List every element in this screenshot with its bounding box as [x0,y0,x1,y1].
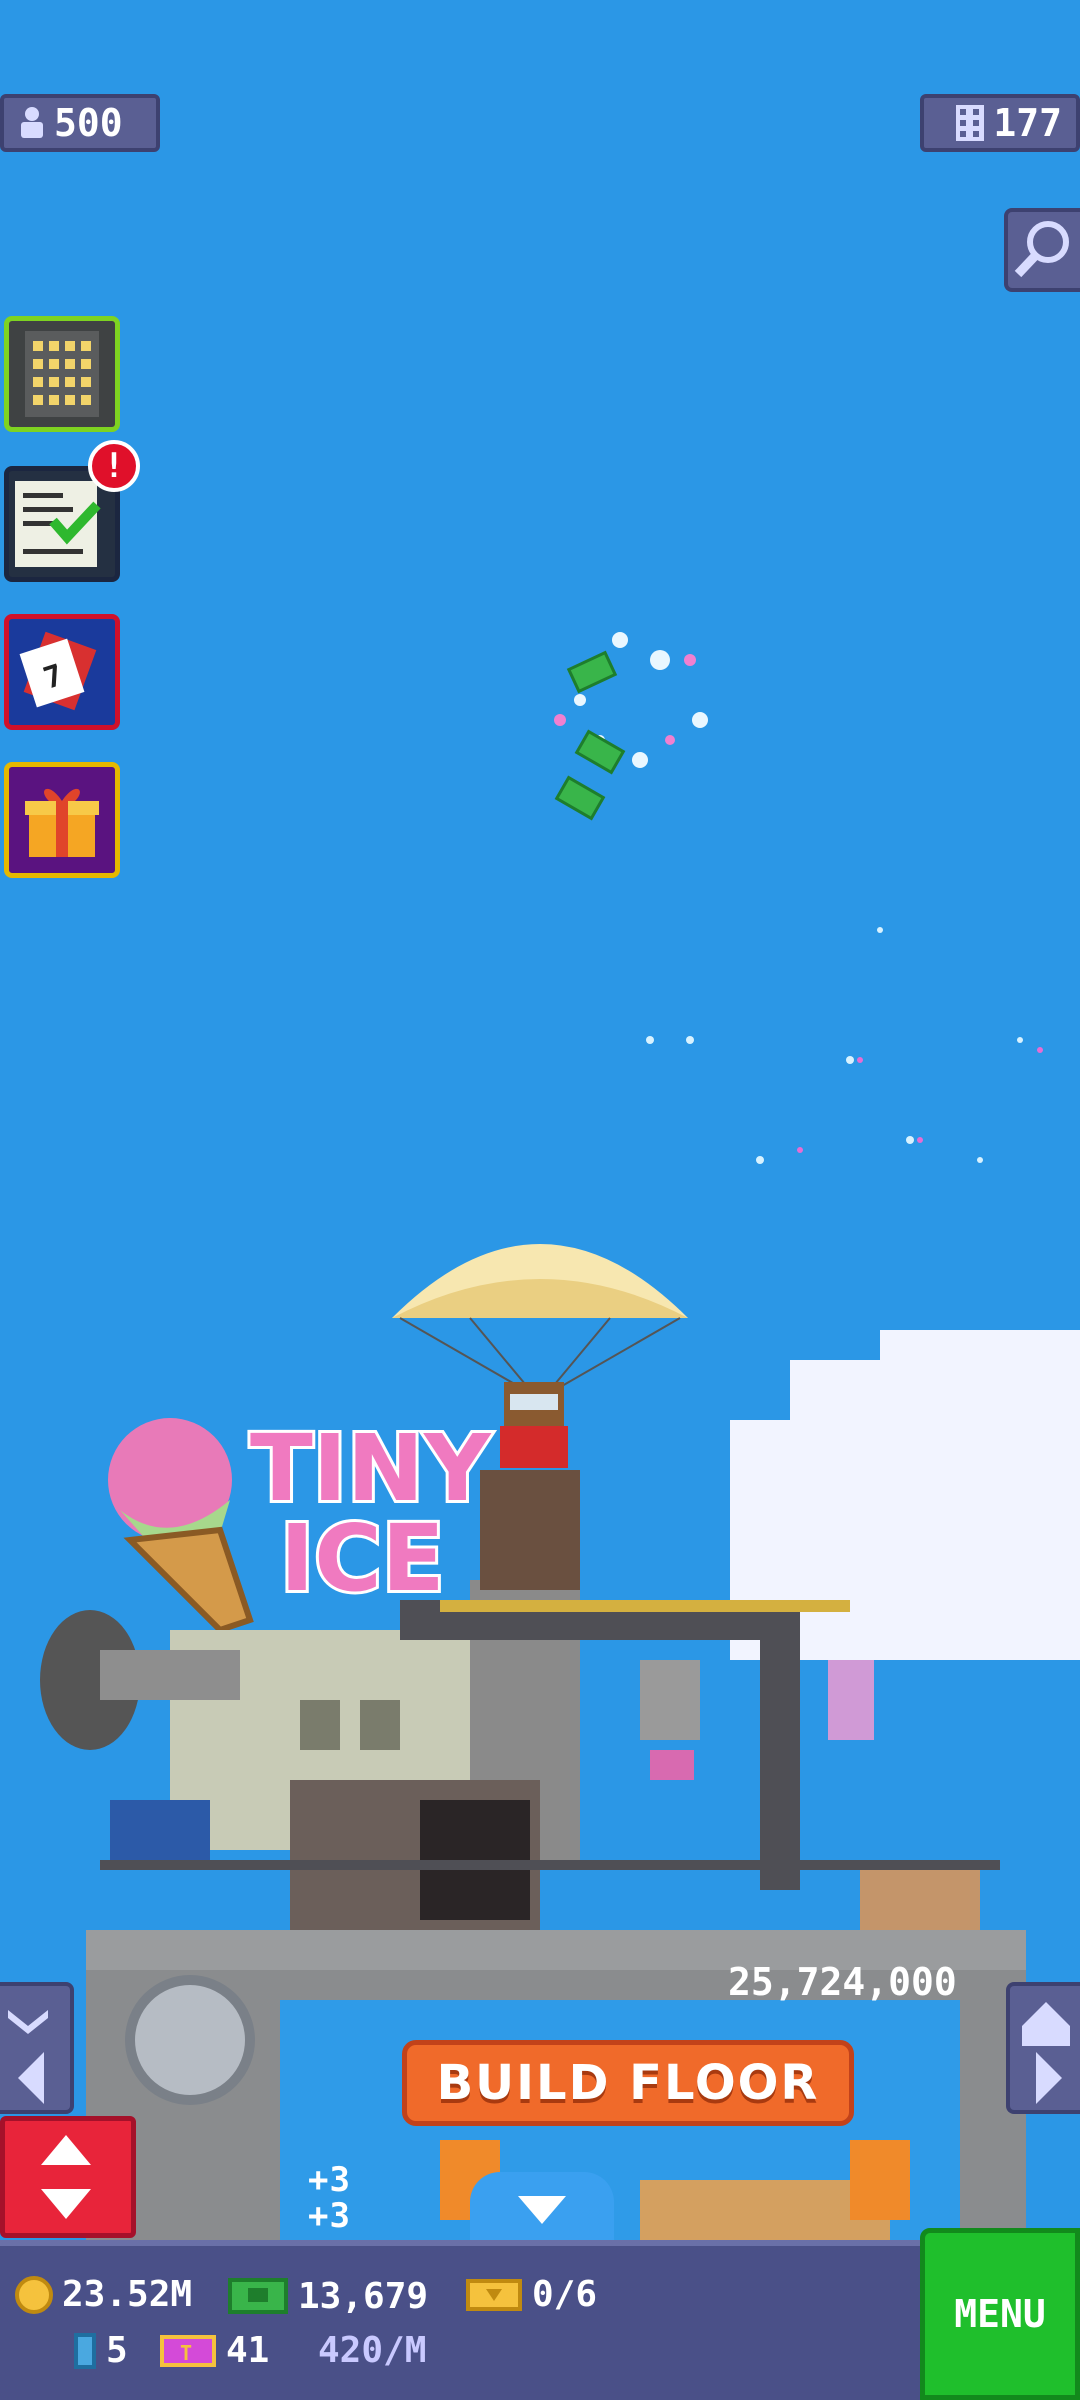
floor-plus-label-2: +3 [308,2196,351,2236]
tickets-stat: T 41 [158,2330,269,2371]
sky-effects [554,632,1043,1164]
bux-value: 13,679 [298,2275,429,2317]
floor-cost-label: 25,724,000 [728,1960,957,2004]
coins-value: 23.52M [62,2274,193,2315]
vip-value: 0/6 [532,2274,598,2315]
chevron-down-icon [518,2196,566,2224]
lobby-left-icon [8,2010,48,2104]
floor-plus-label-1: +3 [308,2160,351,2200]
cash-note [554,650,626,821]
parachute-pilot [500,1382,568,1468]
ice-cream-logo: TINY ICE [108,1412,495,1634]
menu-button[interactable]: MENU [920,2228,1080,2400]
income-rate: 420/M [318,2330,426,2371]
token-icon [74,2332,96,2369]
income-rate-value: 420/M [318,2330,427,2371]
svg-text:ICE: ICE [280,1505,445,1612]
bux-icon [228,2278,288,2314]
tokens-value: 5 [106,2330,128,2371]
parachute-icon [392,1244,688,1391]
scroll-down-button[interactable] [470,2172,614,2240]
ticket-icon: T [160,2334,216,2367]
coin-icon [15,2275,53,2314]
vip-stat: 0/6 [464,2274,597,2315]
bux-stat: 13,679 [226,2274,428,2318]
build-floor-button[interactable]: BUILD FLOOR [402,2040,854,2126]
elevator-button[interactable] [0,2116,136,2238]
svg-text:T: T [180,2341,192,2365]
bottom-resource-bar: 23.52M 13,679 0/6 5 T 41 420/M [0,2240,1080,2400]
nav-right-button[interactable] [1006,1982,1080,2114]
home-right-icon [1022,2002,1070,2104]
vip-ticket-icon [466,2278,522,2311]
tickets-value: 41 [226,2330,270,2371]
nav-left-button[interactable] [0,1982,74,2114]
elevator-icon [41,2135,91,2219]
coins-stat: 23.52M [14,2274,192,2315]
tokens-stat: 5 [72,2330,128,2371]
